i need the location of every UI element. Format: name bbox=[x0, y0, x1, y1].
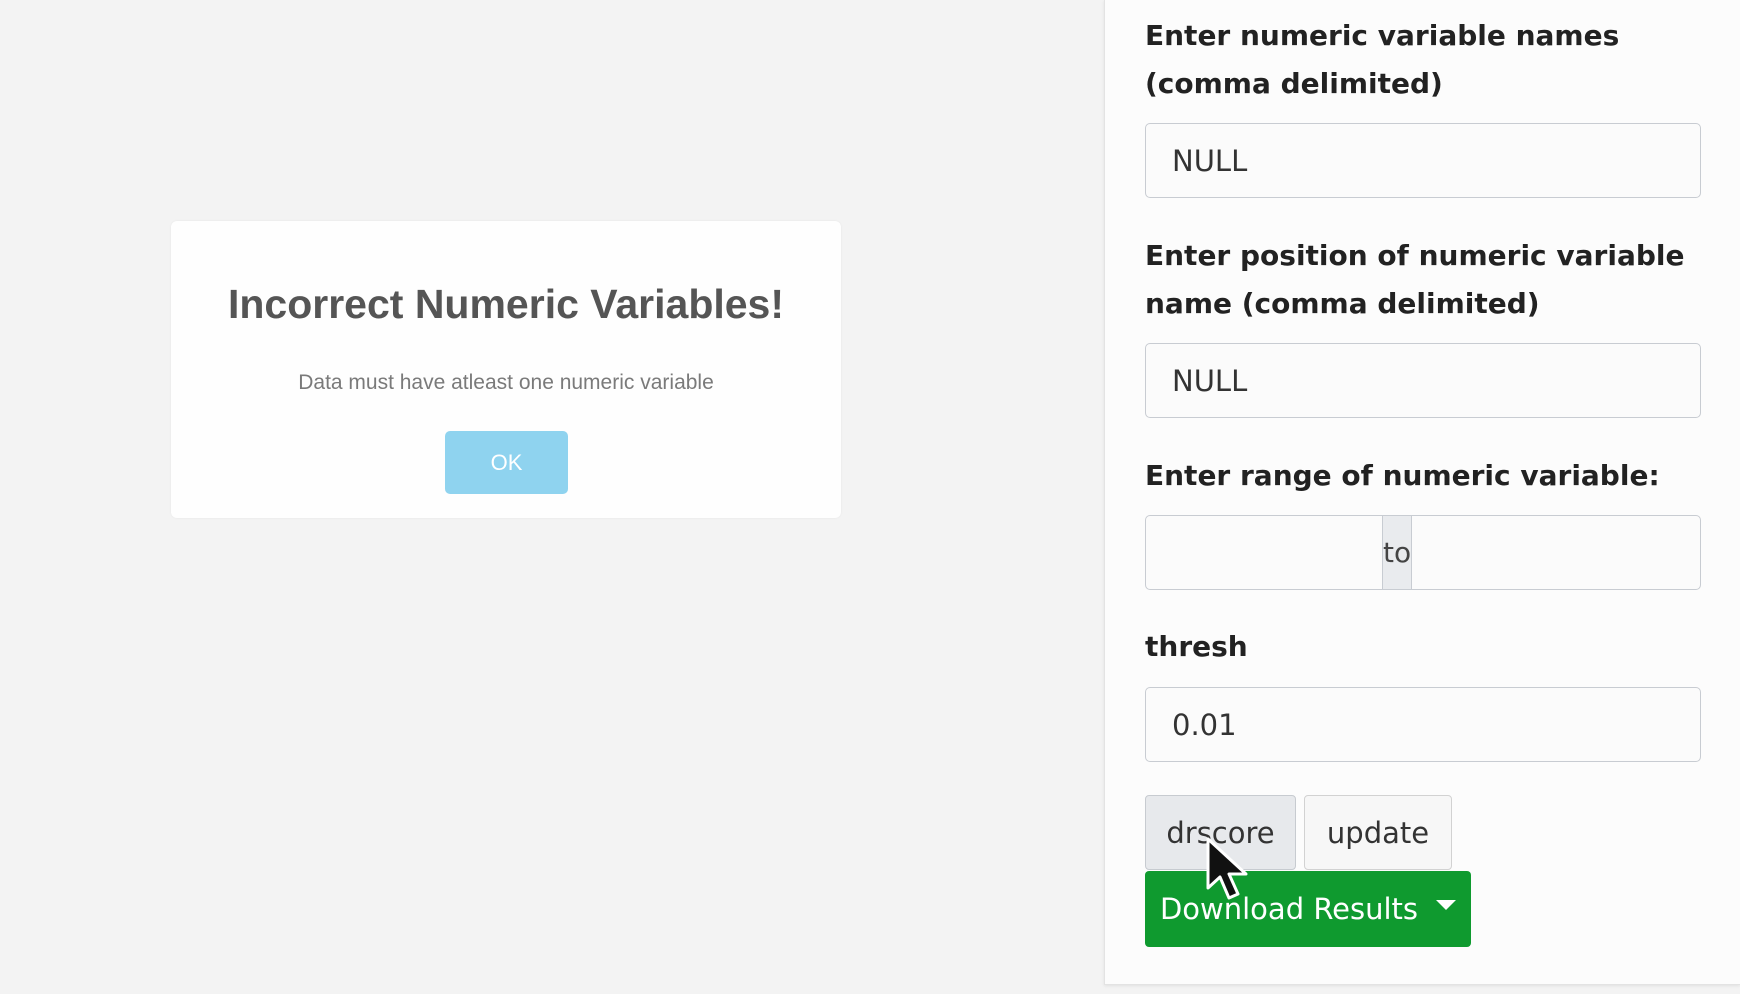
numeric-position-label: Enter position of numeric variable name … bbox=[1145, 239, 1685, 320]
alert-title: Incorrect Numeric Variables! bbox=[227, 281, 785, 327]
range-to-input[interactable] bbox=[1412, 516, 1700, 589]
alert-dialog: Incorrect Numeric Variables! Data must h… bbox=[171, 221, 841, 518]
thresh-label: thresh bbox=[1145, 630, 1248, 663]
caret-down-icon bbox=[1436, 900, 1457, 910]
range-from-input[interactable] bbox=[1146, 516, 1382, 589]
numeric-names-label: Enter numeric variable names (comma deli… bbox=[1145, 19, 1620, 100]
numeric-range-group: to bbox=[1145, 515, 1701, 590]
numeric-names-input[interactable] bbox=[1145, 123, 1701, 198]
range-separator: to bbox=[1382, 516, 1413, 589]
drscore-button[interactable]: drscore bbox=[1145, 795, 1296, 870]
download-results-button[interactable]: Download Results bbox=[1145, 871, 1471, 947]
alert-message: Data must have atleast one numeric varia… bbox=[298, 371, 714, 394]
app-page: Incorrect Numeric Variables! Data must h… bbox=[0, 0, 1740, 994]
download-results-label: Download Results bbox=[1159, 892, 1419, 926]
numeric-position-input[interactable] bbox=[1145, 343, 1701, 418]
update-button[interactable]: update bbox=[1304, 795, 1452, 870]
sidebar-panel: Enter numeric variable names (comma deli… bbox=[1104, 0, 1740, 985]
thresh-input[interactable] bbox=[1145, 687, 1701, 762]
ok-button[interactable]: OK bbox=[445, 431, 568, 494]
numeric-range-label: Enter range of numeric variable: bbox=[1145, 459, 1660, 492]
